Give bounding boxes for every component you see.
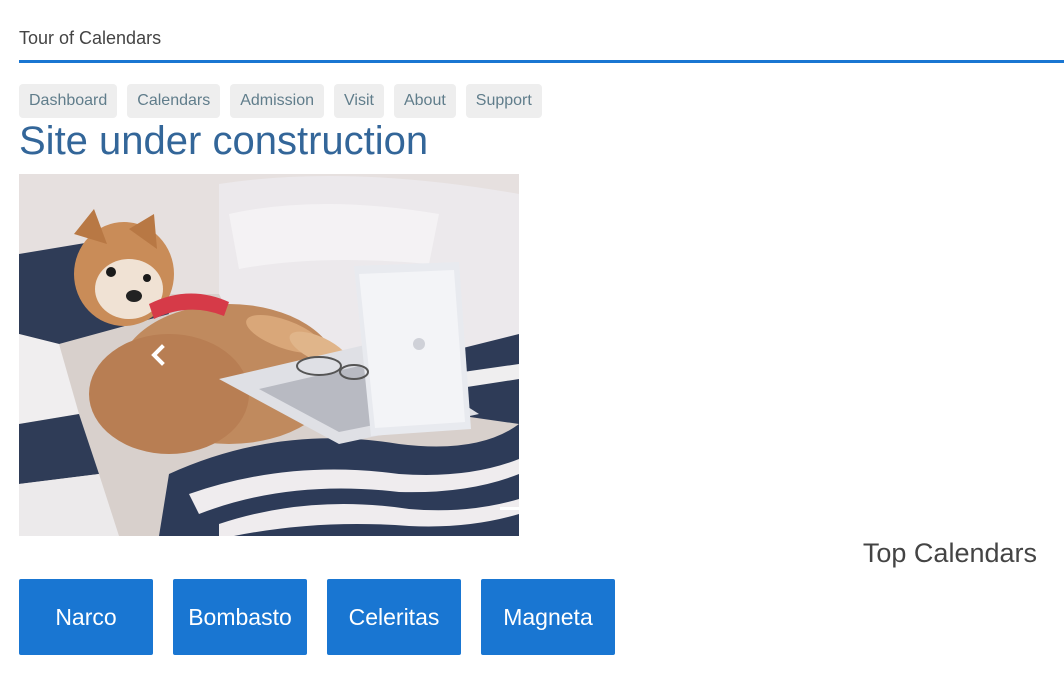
nav-support[interactable]: Support — [465, 84, 542, 118]
nav-about[interactable]: About — [393, 84, 456, 118]
calendar-card-narco[interactable]: Narco — [19, 579, 153, 655]
carousel-prev-button[interactable] — [145, 340, 171, 370]
carousel-indicator[interactable] — [500, 507, 519, 510]
calendar-card-celeritas[interactable]: Celeritas — [327, 579, 461, 655]
title-divider — [19, 60, 1064, 63]
nav-admission[interactable]: Admission — [230, 84, 325, 118]
page-title: Site under construction — [19, 119, 429, 163]
top-calendars-grid: Narco Bombasto Celeritas Magneta — [19, 579, 615, 655]
app-title: Tour of Calendars — [19, 28, 162, 48]
nav-calendars[interactable]: Calendars — [127, 84, 221, 118]
calendar-card-bombasto[interactable]: Bombasto — [173, 579, 307, 655]
calendar-card-magneta[interactable]: Magneta — [481, 579, 615, 655]
main-nav: Dashboard Calendars Admission Visit Abou… — [19, 84, 542, 118]
nav-dashboard[interactable]: Dashboard — [19, 84, 118, 118]
image-carousel[interactable] — [19, 174, 519, 536]
chevron-left-icon — [151, 344, 165, 366]
top-calendars-heading: Top Calendars — [862, 538, 1037, 568]
dog-with-laptop-photo — [19, 174, 519, 536]
nav-visit[interactable]: Visit — [334, 84, 384, 118]
